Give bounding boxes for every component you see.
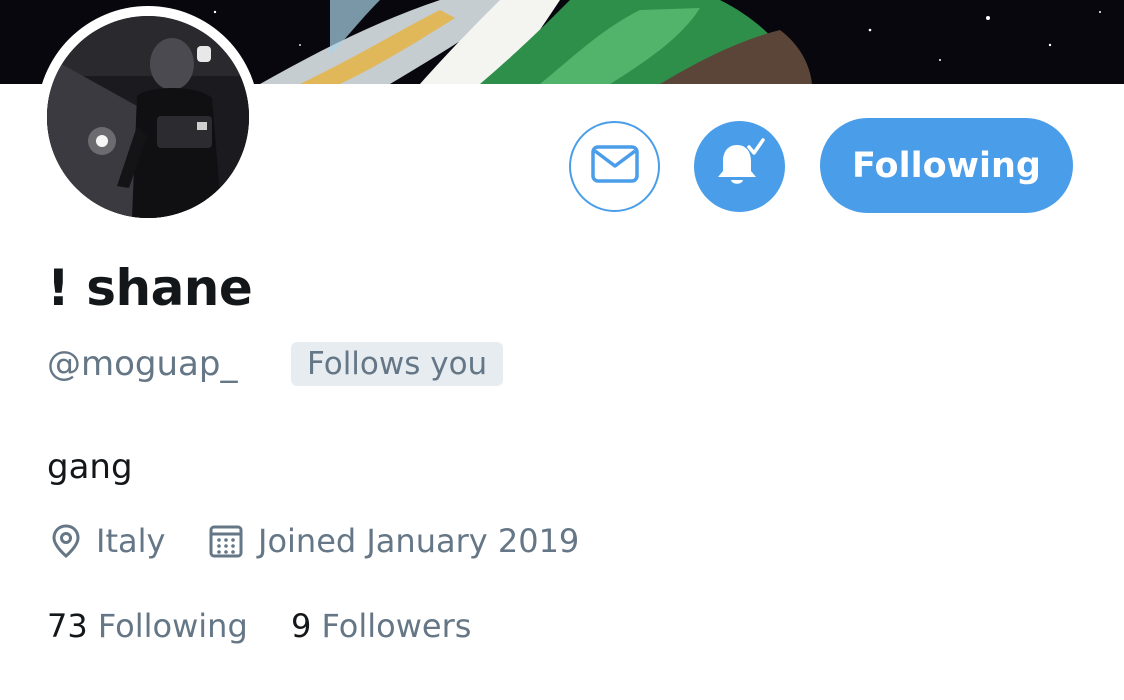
following-count-link[interactable]: 73 Following	[47, 606, 248, 646]
location-pin-icon	[50, 523, 96, 559]
following-button[interactable]: Following	[820, 118, 1073, 213]
envelope-icon	[590, 145, 639, 188]
following-label: Following	[97, 607, 248, 645]
follows-you-badge: Follows you	[291, 342, 504, 386]
message-button[interactable]	[569, 121, 660, 212]
avatar[interactable]	[47, 16, 249, 218]
followers-count-link[interactable]: 9 Followers	[291, 606, 471, 646]
profile-bio: gang	[47, 447, 133, 487]
avatar-ring	[37, 6, 259, 228]
following-count: 73	[47, 607, 88, 645]
joined-text: Joined January 2019	[258, 522, 580, 560]
location-text: Italy	[96, 522, 166, 560]
notifications-button[interactable]	[694, 121, 785, 212]
display-name: ! shane	[47, 259, 253, 317]
followers-label: Followers	[321, 607, 472, 645]
bell-check-icon	[713, 137, 767, 196]
profile-location: Italy	[50, 521, 165, 561]
followers-count: 9	[291, 607, 312, 645]
profile-joined-date: Joined January 2019	[208, 521, 579, 561]
calendar-icon	[208, 523, 258, 559]
user-handle: @moguap_	[47, 344, 238, 384]
